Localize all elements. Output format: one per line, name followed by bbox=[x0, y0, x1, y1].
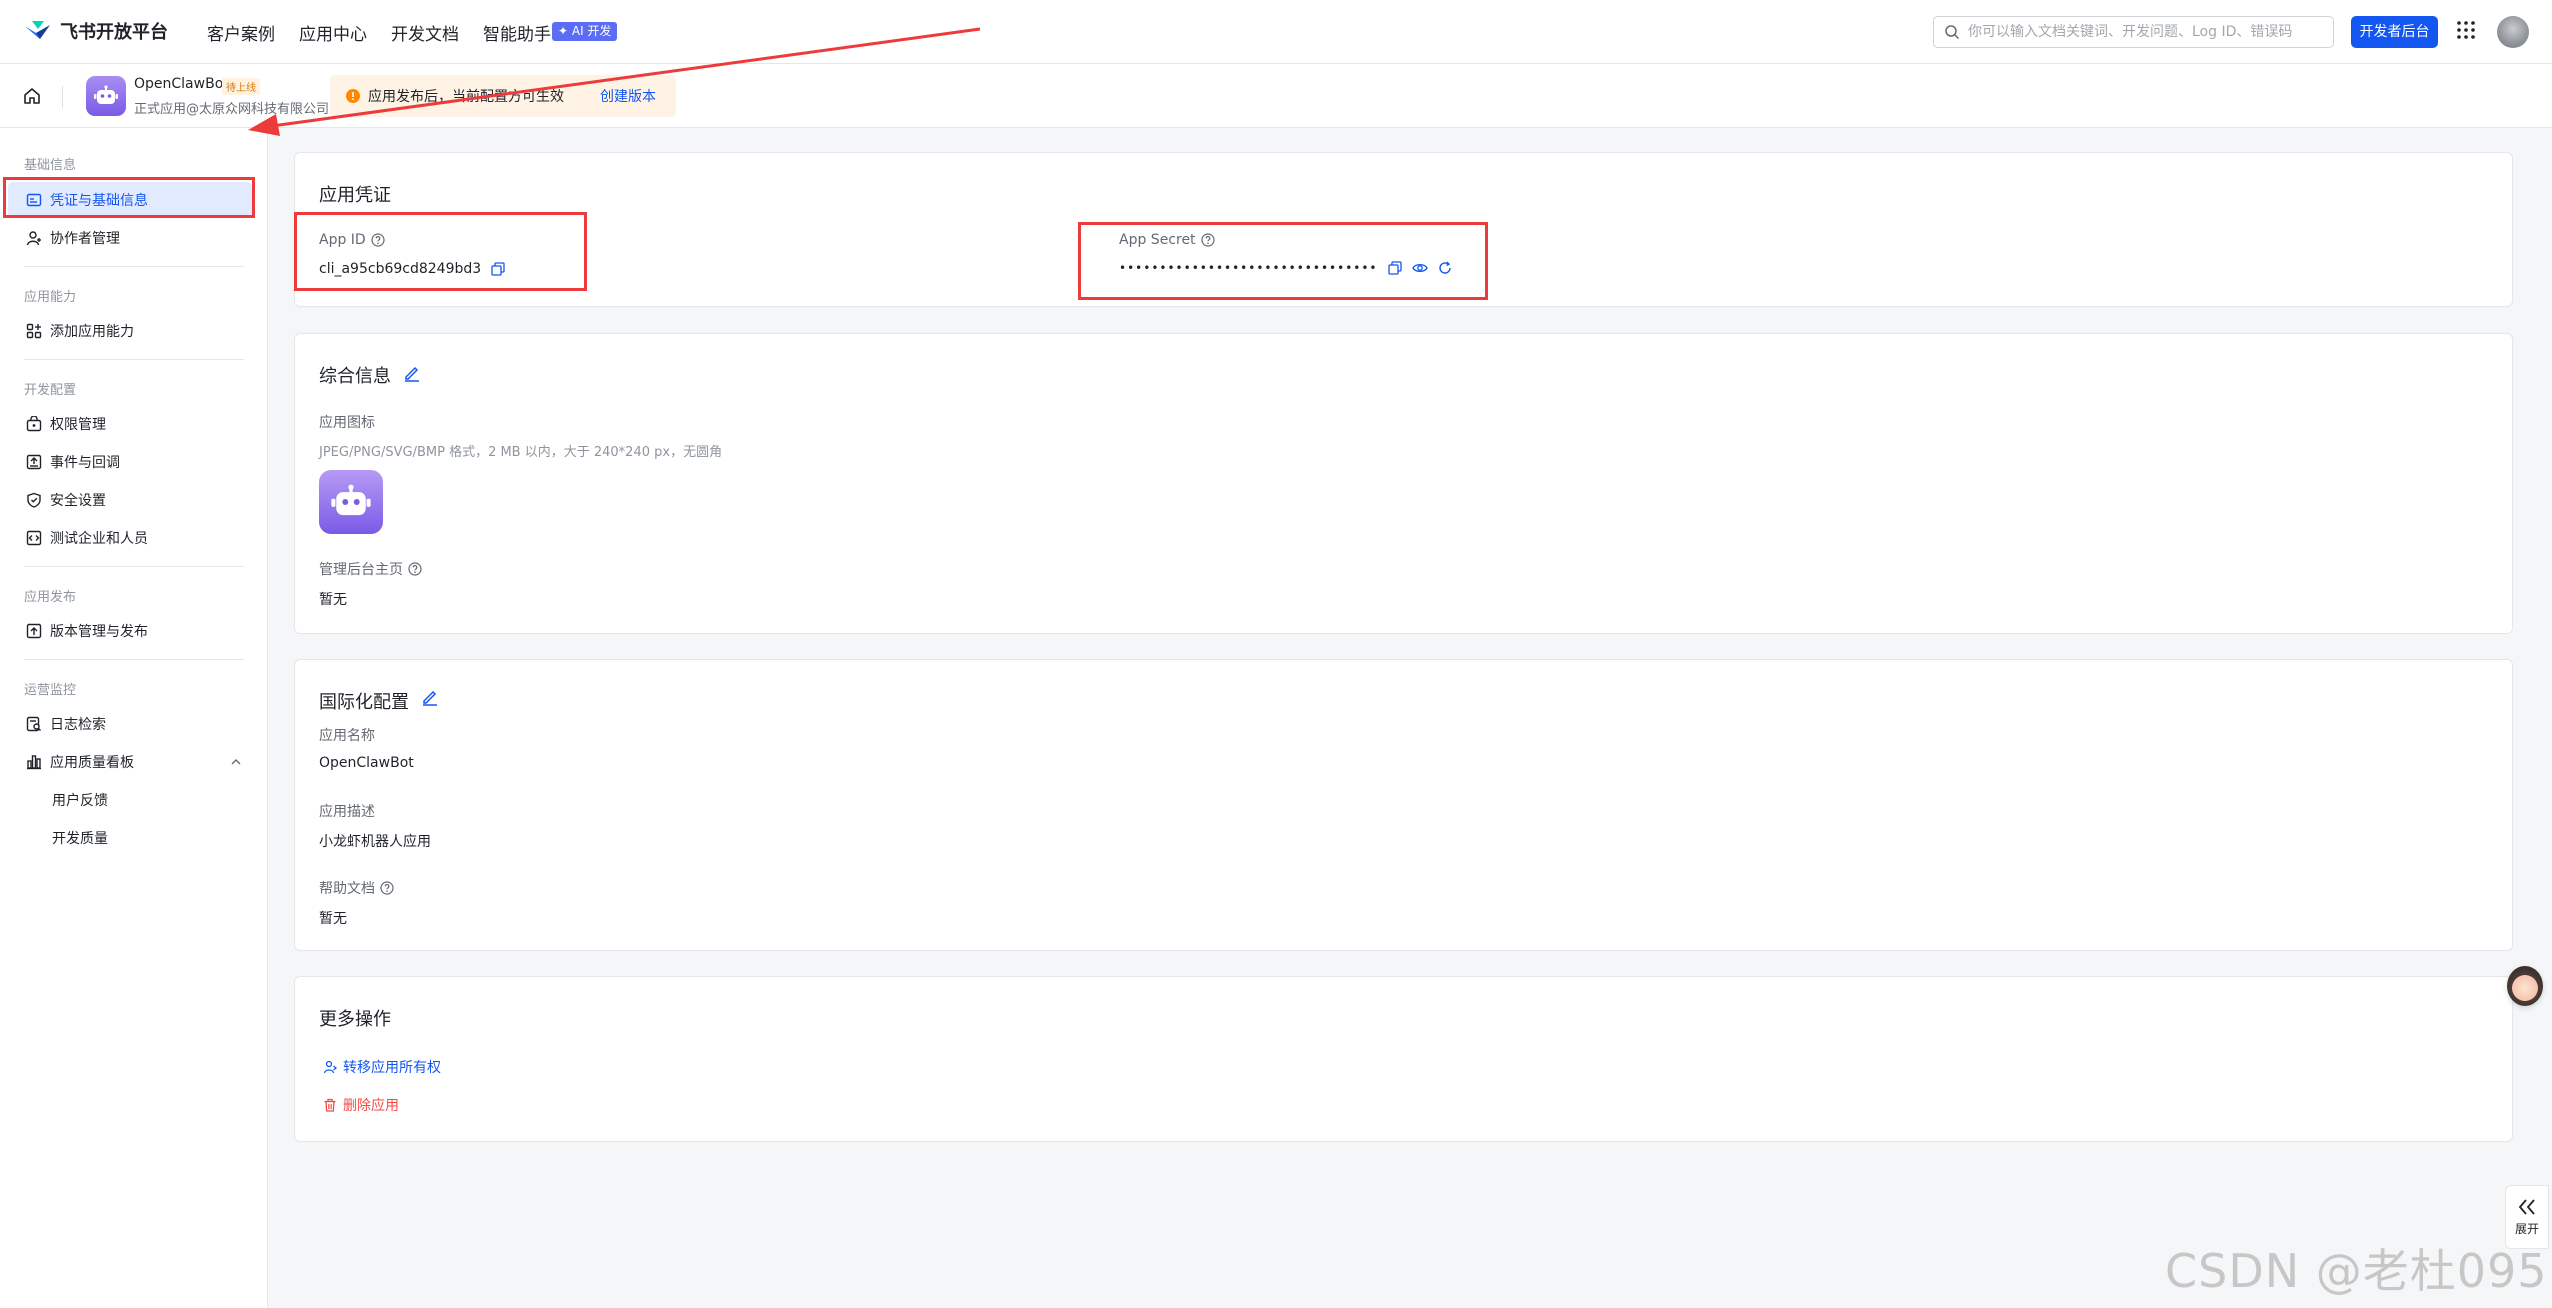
watermark: CSDN @老杜095 bbox=[2165, 1244, 2548, 1298]
assistant-avatar[interactable] bbox=[2507, 966, 2543, 1006]
double-chevron-left-icon bbox=[2518, 1198, 2535, 1215]
annotation-arrow-icon bbox=[248, 27, 981, 136]
expand-label: 展开 bbox=[2514, 1221, 2539, 1236]
